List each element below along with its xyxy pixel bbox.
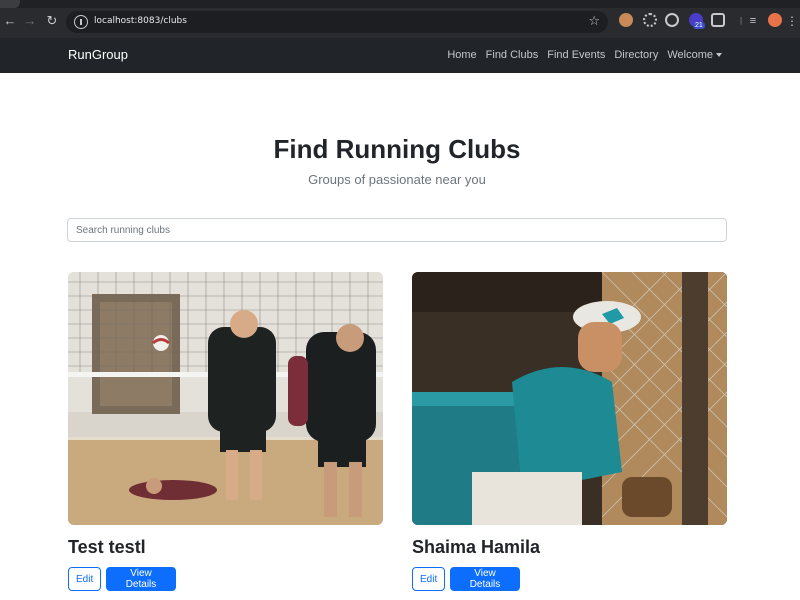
- url-text[interactable]: localhost:8083/clubs: [94, 16, 187, 26]
- profile-avatar-icon[interactable]: [768, 13, 782, 27]
- brand-logo[interactable]: RunGroup: [68, 47, 128, 62]
- extensions-puzzle-icon[interactable]: [711, 13, 725, 27]
- club-image-volleyball: [68, 272, 383, 525]
- caret-down-icon: [716, 53, 722, 58]
- view-details-button[interactable]: View Details: [106, 567, 176, 591]
- page-title: Find Running Clubs: [273, 134, 521, 164]
- nav-home[interactable]: Home: [447, 49, 476, 61]
- browser-chrome: ← → ↻ localhost:8083/clubs ☆ 21 | ≡ ⋮: [0, 0, 800, 38]
- extension-monkey-icon[interactable]: [619, 13, 633, 27]
- back-icon[interactable]: ←: [2, 13, 18, 29]
- forward-icon[interactable]: →: [22, 13, 38, 29]
- extension-settings-icon[interactable]: [643, 13, 657, 27]
- club-card: Shaima Hamila Edit View Details: [412, 272, 727, 591]
- extension-badge: 21: [693, 22, 705, 29]
- app-navbar: RunGroup Home Find Clubs Find Events Dir…: [0, 38, 800, 73]
- reload-icon[interactable]: ↻: [44, 13, 60, 29]
- baseball-photo: [412, 272, 727, 525]
- media-controls-icon[interactable]: ≡: [745, 13, 761, 29]
- page-subtitle: Groups of passionate near you: [308, 172, 486, 187]
- search-input[interactable]: [67, 218, 727, 242]
- view-details-button[interactable]: View Details: [450, 567, 520, 591]
- edit-button[interactable]: Edit: [412, 567, 445, 591]
- card-actions: Edit View Details: [412, 567, 727, 591]
- browser-menu-icon[interactable]: ⋮: [784, 13, 800, 29]
- nav-directory[interactable]: Directory: [614, 49, 658, 61]
- edit-button[interactable]: Edit: [68, 567, 101, 591]
- tab-strip: [0, 0, 800, 8]
- card-actions: Edit View Details: [68, 567, 383, 591]
- nav-find-clubs[interactable]: Find Clubs: [486, 49, 539, 61]
- browser-tab[interactable]: [0, 0, 20, 8]
- site-info-icon[interactable]: [74, 15, 88, 29]
- club-card: Test testl Edit View Details: [68, 272, 383, 591]
- extension-circle-icon[interactable]: [665, 13, 679, 27]
- address-bar[interactable]: localhost:8083/clubs ☆: [66, 11, 608, 33]
- nav-links: Home Find Clubs Find Events Directory We…: [447, 49, 722, 61]
- club-name: Test testl: [68, 537, 146, 557]
- club-image-baseball: [412, 272, 727, 525]
- nav-welcome-label: Welcome: [667, 49, 713, 61]
- nav-welcome-dropdown[interactable]: Welcome: [667, 49, 722, 61]
- volleyball-photo: [68, 272, 383, 525]
- club-name: Shaima Hamila: [412, 537, 541, 557]
- bookmark-star-icon[interactable]: ☆: [588, 13, 600, 29]
- nav-find-events[interactable]: Find Events: [547, 49, 605, 61]
